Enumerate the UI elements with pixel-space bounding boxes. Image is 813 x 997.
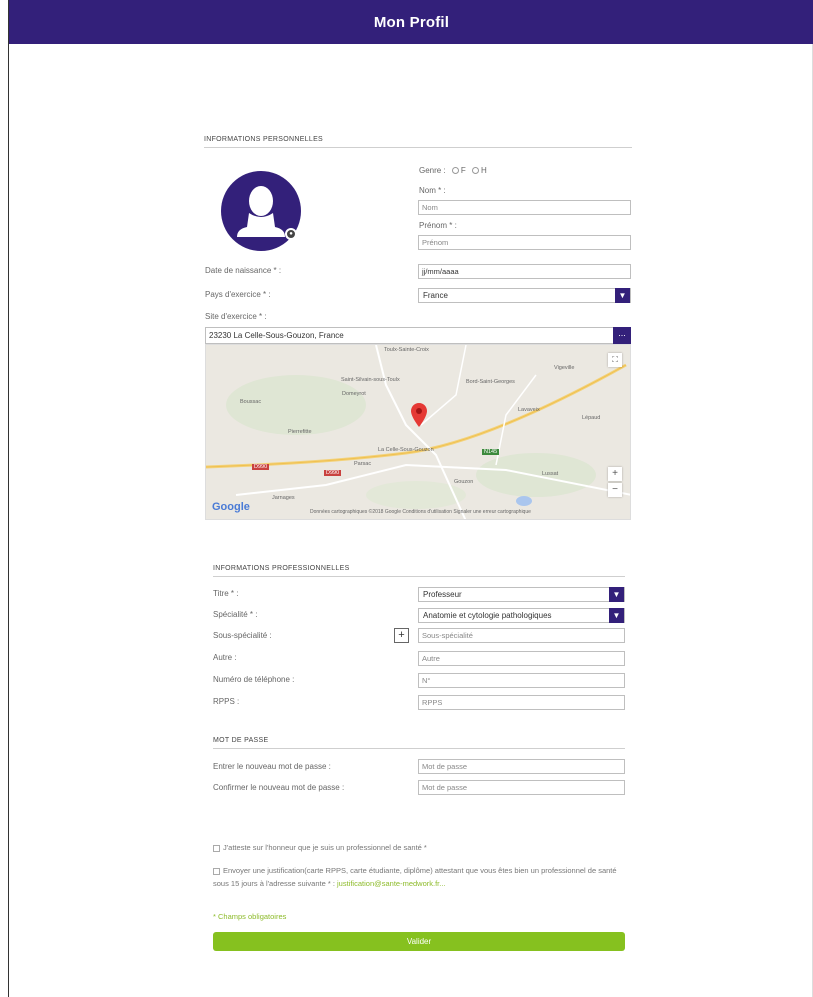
camera-icon[interactable]: ●: [285, 228, 297, 240]
section-title-personal: INFORMATIONS PERSONNELLES: [204, 136, 324, 143]
map-place-label: Toulx-Sainte-Croix: [384, 347, 429, 353]
fullscreen-icon[interactable]: ⛶: [608, 353, 622, 367]
map-place-label: Gouzon: [454, 479, 474, 485]
attest-checkbox[interactable]: [213, 844, 220, 852]
road-badge: N145: [482, 449, 500, 455]
prenom-label: Prénom * :: [419, 221, 457, 230]
confirm-password-label: Confirmer le nouveau mot de passe :: [213, 783, 345, 792]
title-label: Titre * :: [213, 589, 239, 598]
map-view[interactable]: Toulx-Sainte-Croix Saint-Silvain-sous-To…: [205, 344, 631, 520]
map-place-label: La Celle-Sous-Gouzon: [378, 447, 434, 453]
gender-h-radio[interactable]: [472, 167, 480, 175]
justif-email-link[interactable]: justification@sante-medwork.fr...: [337, 879, 446, 888]
required-fields-note: * Champs obligatoires: [213, 912, 287, 921]
section-divider: [213, 576, 625, 577]
gender-f-label: F: [460, 166, 466, 175]
map-place-label: Lépaud: [582, 415, 601, 421]
map-place-label: Vigeville: [554, 365, 575, 371]
map-place-label: Domeyrot: [342, 391, 366, 397]
chevron-down-icon: ▼: [609, 608, 624, 623]
map-place-label: Pierrefitte: [288, 429, 312, 435]
map-place-label: Boussac: [240, 399, 262, 405]
address-input[interactable]: 23230 La Celle-Sous-Gouzon, France: [205, 327, 631, 344]
map-pin-icon: [411, 403, 427, 427]
submit-button[interactable]: Valider: [213, 932, 625, 951]
justif-checkbox-row[interactable]: Envoyer une justification(carte RPPS, ca…: [213, 864, 625, 890]
confirm-password-input[interactable]: Mot de passe: [418, 780, 625, 795]
gender-label: Genre :: [419, 166, 446, 175]
address-more-button[interactable]: ...: [613, 327, 631, 344]
prenom-input[interactable]: Prénom: [418, 235, 631, 250]
road-badge: D990: [324, 470, 342, 476]
site-label: Site d'exercice * :: [205, 312, 267, 321]
add-subspecialty-button[interactable]: +: [394, 628, 409, 643]
specialty-select[interactable]: Anatomie et cytologie pathologiques ▼: [418, 608, 625, 623]
road-badge: D990: [252, 464, 270, 470]
map-place-label: Parsac: [354, 461, 372, 467]
other-label: Autre :: [213, 653, 237, 662]
page-title: Mon Profil: [373, 13, 450, 31]
country-select[interactable]: France ▼: [418, 288, 631, 303]
subspecialty-input[interactable]: Sous-spécialité: [418, 628, 625, 643]
zoom-in-button[interactable]: +: [608, 467, 622, 481]
section-divider: [213, 748, 625, 749]
map-place-label: Saint-Silvain-sous-Toulx: [341, 377, 400, 383]
attest-text: J'atteste sur l'honneur que je suis un p…: [223, 843, 427, 852]
attest-checkbox-row[interactable]: J'atteste sur l'honneur que je suis un p…: [213, 841, 625, 854]
rpps-label: RPPS :: [213, 697, 240, 706]
section-divider: [204, 147, 632, 148]
nom-input[interactable]: Nom: [418, 200, 631, 215]
new-password-label: Entrer le nouveau mot de passe :: [213, 762, 331, 771]
section-title-password: MOT DE PASSE: [213, 737, 269, 744]
map-place-label: Lussat: [542, 471, 559, 477]
gender-h-label: H: [481, 166, 487, 175]
gender-f-radio[interactable]: [451, 167, 459, 175]
header-bar: Mon Profil: [9, 0, 813, 44]
nom-label: Nom * :: [419, 186, 446, 195]
birth-label: Date de naissance * :: [205, 266, 282, 275]
specialty-value: Anatomie et cytologie pathologiques: [423, 611, 552, 620]
phone-label: Numéro de téléphone :: [213, 675, 295, 684]
other-input[interactable]: Autre: [418, 651, 625, 666]
zoom-out-button[interactable]: −: [608, 483, 622, 497]
country-label: Pays d'exercice * :: [205, 290, 271, 299]
rpps-input[interactable]: RPPS: [418, 695, 625, 710]
chevron-down-icon: ▼: [615, 288, 630, 303]
section-title-professional: INFORMATIONS PROFESSIONNELLES: [213, 565, 350, 572]
map-attribution: Données cartographiques ©2018 Google Con…: [310, 509, 531, 515]
phone-input[interactable]: N°: [418, 673, 625, 688]
birth-date-input[interactable]: jj/mm/aaaa: [418, 264, 631, 279]
subspecialty-label: Sous-spécialité :: [213, 631, 272, 640]
justif-checkbox[interactable]: [213, 867, 220, 875]
title-value: Professeur: [423, 590, 462, 599]
new-password-input[interactable]: Mot de passe: [418, 759, 625, 774]
chevron-down-icon: ▼: [609, 587, 624, 602]
specialty-label: Spécialité * :: [213, 610, 258, 619]
map-roads: [206, 345, 630, 519]
title-select[interactable]: Professeur ▼: [418, 587, 625, 602]
map-place-label: Lavaveix: [518, 407, 540, 413]
google-logo: Google: [212, 501, 250, 513]
gender-field: Genre : F H: [419, 166, 487, 175]
country-value: France: [423, 291, 448, 300]
page-frame: Mon Profil INFORMATIONS PERSONNELLES ● G…: [8, 0, 813, 997]
map-place-label: Jarnages: [272, 495, 295, 501]
map-place-label: Bord-Saint-Georges: [466, 379, 515, 385]
